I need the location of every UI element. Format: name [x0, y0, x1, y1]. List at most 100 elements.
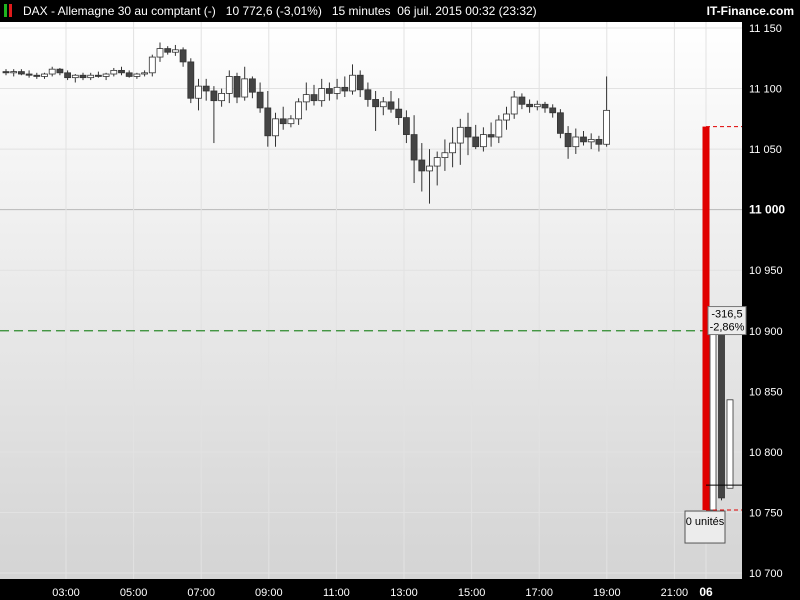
title-bar: DAX - Allemagne 30 au comptant (-) 10 77…: [0, 0, 800, 22]
candle-body: [156, 48, 164, 58]
chart-window: -316,5 -2,86% 0 unités 11 150 11 100 11 050 1…: [0, 0, 800, 600]
candle-body: [395, 108, 403, 119]
candle-body: [503, 113, 510, 121]
y-tick-label: 10 750: [749, 507, 783, 519]
candle-body: [603, 109, 610, 145]
x-tick-label: 07:00: [187, 587, 215, 599]
candle-body: [709, 330, 717, 511]
candle-body: [41, 73, 48, 77]
candle-body: [580, 136, 587, 143]
candle-body: [726, 399, 734, 489]
candle-body: [233, 76, 241, 98]
candle-body: [495, 119, 503, 138]
candle-body: [87, 74, 95, 79]
gap-change-pct-label: -2,86%: [710, 322, 745, 334]
candle-body: [256, 91, 264, 109]
candle-body: [487, 134, 495, 138]
candle-body: [187, 61, 195, 99]
candle-body: [64, 72, 71, 79]
candle-body: [225, 76, 233, 94]
candle-body: [318, 88, 326, 102]
candle-body: [202, 85, 210, 92]
candle-body: [125, 72, 133, 77]
candle-body: [148, 56, 156, 74]
candle-body: [456, 126, 464, 144]
candle-body: [110, 69, 118, 75]
candle-body: [195, 85, 202, 99]
instrument-name: DAX - Allemagne 30 au comptant (-): [23, 4, 216, 18]
x-tick-label: 03:00: [52, 587, 80, 599]
candle-body: [302, 94, 310, 103]
candle-body: [179, 49, 187, 63]
candle-body: [25, 73, 33, 76]
position-label: 0 unités: [686, 516, 725, 528]
y-tick-label: 10 900: [749, 326, 783, 338]
x-tick-label: 06: [699, 585, 713, 599]
y-tick-label: 10 800: [749, 447, 783, 459]
candle-body: [56, 68, 64, 74]
candle-body: [95, 74, 102, 77]
candle-body: [118, 69, 125, 74]
candle-body: [541, 103, 549, 109]
candle-body: [2, 71, 10, 74]
x-tick-label: 21:00: [661, 587, 689, 599]
y-tick-label: 10 850: [749, 386, 783, 398]
price-chart: -316,5-2,86% 0 unités 11 150 11 100 11 050 1…: [0, 22, 800, 600]
candle-body: [164, 48, 172, 53]
candle-body: [349, 74, 356, 92]
candle-body: [279, 118, 287, 125]
status-up-icon: [4, 4, 7, 17]
candle-body: [379, 101, 387, 108]
candle-body: [410, 134, 418, 161]
y-tick-label: 10 700: [749, 568, 783, 580]
y-tick-label: 11 000: [749, 203, 785, 217]
candle-body: [171, 49, 179, 53]
x-tick-label: 15:00: [458, 587, 486, 599]
candle: [187, 58, 195, 104]
chart-title: DAX - Allemagne 30 au comptant (-) 10 77…: [23, 4, 537, 18]
x-tick-label: 11:00: [323, 587, 350, 599]
x-tick-label: 13:00: [390, 587, 418, 599]
candle-body: [295, 101, 303, 120]
candle: [726, 399, 734, 489]
candle-body: [133, 73, 141, 77]
candle-body: [79, 74, 87, 79]
candle-body: [17, 71, 25, 75]
candle: [718, 318, 725, 501]
candle-body: [402, 117, 410, 135]
candle-body: [210, 90, 218, 102]
candle-body: [341, 86, 349, 92]
candle-body: [10, 71, 18, 74]
y-axis-panel: [742, 22, 800, 579]
x-tick-label: 09:00: [255, 587, 283, 599]
y-tick-label: 11 100: [749, 84, 782, 96]
candle-body: [564, 132, 572, 148]
candle-body: [310, 94, 318, 102]
candle-body: [48, 68, 56, 75]
candle: [709, 330, 717, 511]
candle-body: [272, 118, 279, 137]
candle-body: [595, 139, 603, 145]
candle-body: [418, 159, 426, 172]
candle-body: [33, 74, 41, 77]
y-tick-label: 11 150: [749, 23, 782, 35]
x-tick-label: 19:00: [593, 587, 621, 599]
candle-body: [372, 99, 380, 108]
interval: 15 minutes: [331, 4, 391, 18]
candle-body: [587, 139, 595, 143]
candle-body: [441, 152, 449, 158]
x-tick-label: 05:00: [120, 587, 148, 599]
candle-body: [426, 165, 433, 172]
candle-body: [518, 96, 526, 105]
candle-body: [510, 96, 518, 115]
candle-body: [356, 74, 364, 91]
plot-area[interactable]: [0, 22, 742, 579]
candle-body: [141, 72, 149, 75]
candle-body: [287, 118, 295, 125]
candle-body: [718, 330, 725, 499]
y-tick-label: 11 050: [749, 144, 782, 156]
candle-body: [479, 134, 487, 148]
y-tick-label: 10 950: [749, 265, 783, 277]
candle-body: [71, 74, 79, 79]
brand-label[interactable]: IT-Finance.com: [707, 4, 794, 18]
